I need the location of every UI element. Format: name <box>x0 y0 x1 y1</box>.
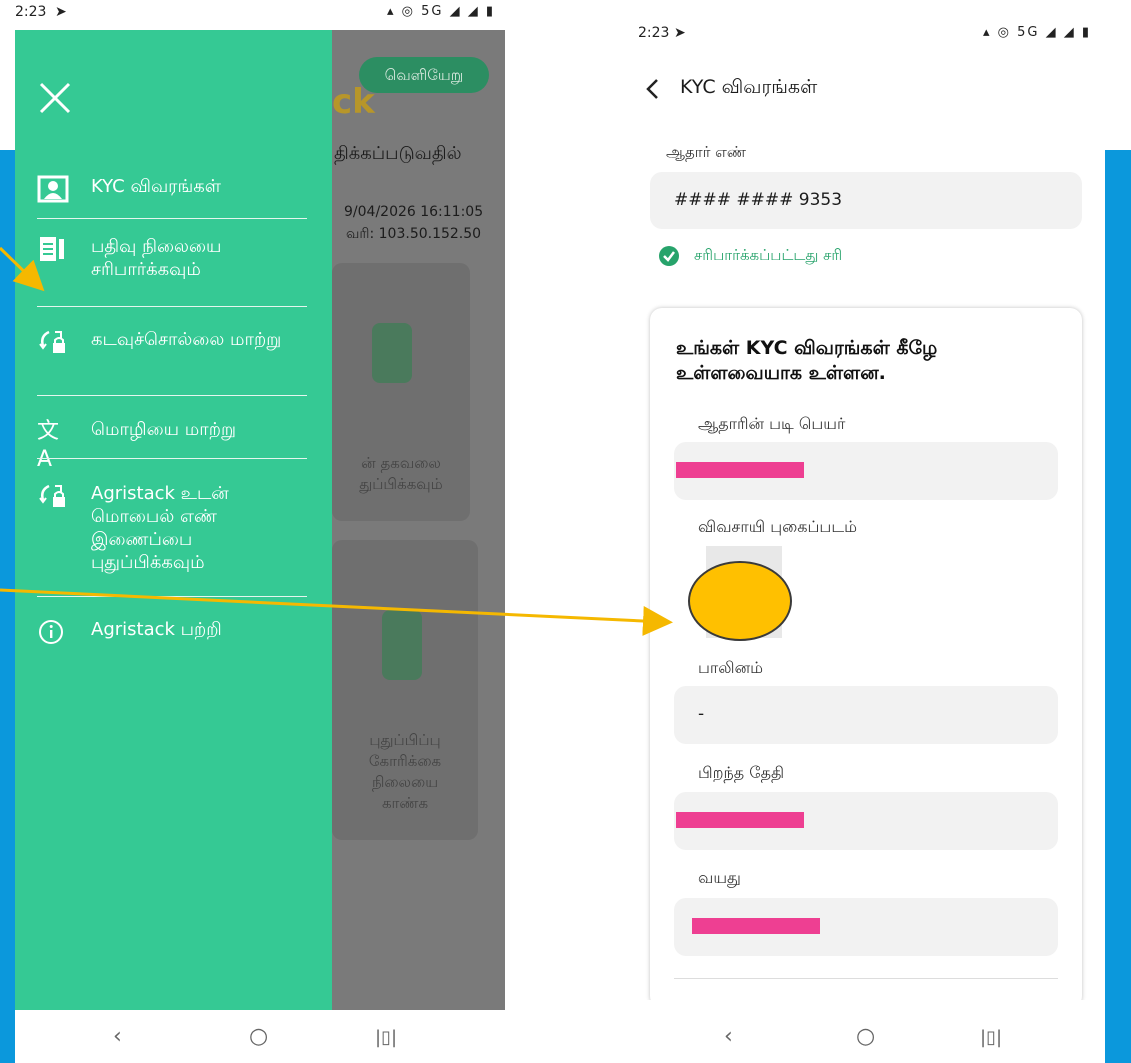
status-icons: ▴ ◎ 5G ◢ ◢ ▮ <box>982 25 1091 40</box>
gender-field: - <box>674 686 1058 744</box>
divider <box>37 458 307 459</box>
card-heading: உங்கள் KYC விவரங்கள் கீழே உள்ளவையாக உள்ள… <box>676 337 938 384</box>
page-title: KYC விவரங்கள் <box>680 76 818 98</box>
name-field <box>674 442 1058 500</box>
redaction-mark <box>692 918 820 934</box>
redaction-mark <box>676 812 804 828</box>
illustration-figure <box>372 323 412 383</box>
divider <box>37 306 307 307</box>
photo-redaction-circle <box>688 561 792 641</box>
system-nav-bar: ‹ ○ |▯| <box>15 1010 505 1063</box>
status-time: 2:23 <box>15 4 47 20</box>
status-bar: 2:23 ➤ ▴ ◎ 5G ◢ ◢ ▮ <box>628 0 1105 60</box>
info-icon <box>39 620 63 644</box>
menu-item-kyc[interactable]: KYC விவரங்கள் <box>15 175 307 203</box>
gender-value: - <box>698 704 705 724</box>
status-icons: ▴ ◎ 5G ◢ ◢ ▮ <box>386 4 495 19</box>
menu-item-label: KYC விவரங்கள் <box>91 176 221 197</box>
right-phone-screen: 2:23 ➤ ▴ ◎ 5G ◢ ◢ ▮ KYC விவரங்கள் ஆதார் … <box>628 0 1105 1063</box>
nav-recents-icon[interactable]: |▯| <box>980 1027 1002 1048</box>
age-label: வயது <box>698 868 741 887</box>
status-bar: 2:23 ➤ ▴ ◎ 5G ◢ ◢ ▮ <box>15 0 505 30</box>
nav-back-icon[interactable]: ‹ <box>113 1024 122 1049</box>
age-field <box>674 898 1058 956</box>
menu-item-label: Agristack உடன் மொபைல் எண் இணைப்பை புதுப்… <box>91 483 229 573</box>
date-fragment: 9/04/2026 16:11:05 <box>344 204 484 220</box>
redaction-mark <box>676 462 804 478</box>
lock-refresh-icon <box>39 484 65 507</box>
nav-home-icon[interactable]: ○ <box>249 1024 268 1049</box>
menu-item-label: மொழியை மாற்று <box>91 419 236 440</box>
divider <box>37 395 307 396</box>
translate-icon: 文A <box>37 419 60 472</box>
nav-home-icon[interactable]: ○ <box>856 1024 875 1049</box>
menu-item-update-mobile-link[interactable]: Agristack உடன் மொபைல் எண் இணைப்பை புதுப்… <box>15 482 307 577</box>
dob-field <box>674 792 1058 850</box>
check-circle-icon <box>659 246 679 266</box>
menu-item-about[interactable]: Agristack பற்றி <box>15 618 307 646</box>
navigation-drawer: KYC விவரங்கள் பதிவு நிலையை சரிபார்க்கவும… <box>15 30 332 1010</box>
close-icon[interactable] <box>37 80 73 116</box>
app-bar: KYC விவரங்கள் <box>628 60 1105 120</box>
system-nav-bar: ‹ ○ |▯| <box>628 1000 1105 1063</box>
telegram-icon: ➤ <box>674 25 686 41</box>
background-app: ck வெளியேறு திக்கப்படுவதில் 9/04/2026 16… <box>332 30 505 1010</box>
backdrop-gap <box>505 0 628 1063</box>
aadhaar-field: #### #### 9353 <box>650 172 1082 229</box>
photo-label: விவசாயி புகைப்படம் <box>698 517 857 536</box>
divider <box>674 978 1058 979</box>
exit-button[interactable]: வெளியேறு <box>359 57 489 93</box>
aadhaar-label: ஆதார் எண் <box>666 143 746 161</box>
gender-label: பாலினம் <box>698 658 763 677</box>
back-arrow-icon[interactable] <box>642 78 664 100</box>
status-time: 2:23 <box>638 25 670 41</box>
telegram-icon: ➤ <box>55 4 67 20</box>
divider <box>37 218 307 219</box>
illustration-figure <box>382 610 422 680</box>
kyc-details-card: உங்கள் KYC விவரங்கள் கீழே உள்ளவையாக உள்ள… <box>650 308 1082 1008</box>
nav-back-icon[interactable]: ‹ <box>724 1024 733 1049</box>
aadhaar-value: #### #### 9353 <box>674 190 843 210</box>
verified-text: சரிபார்க்கப்பட்டது சரி <box>694 246 843 264</box>
clipboard-icon <box>40 237 64 261</box>
divider <box>37 596 307 597</box>
name-label: ஆதாரின் படி பெயர் <box>698 414 846 433</box>
menu-item-registration-status[interactable]: பதிவு நிலையை சரிபார்க்கவும் <box>15 235 307 285</box>
ip-fragment: வரி: 103.50.152.50 <box>346 226 482 242</box>
nav-recents-icon[interactable]: |▯| <box>375 1027 397 1048</box>
update-info-card[interactable]: ன் தகவலை துப்பிக்கவும் <box>332 263 470 521</box>
lock-refresh-icon <box>39 330 65 353</box>
id-card-icon <box>37 175 69 203</box>
request-status-card[interactable]: புதுப்பிப்பு கோரிக்கை நிலையை காண்க <box>332 540 478 840</box>
menu-item-label: கடவுச்சொல்லை மாற்று <box>91 329 282 350</box>
heading-fragment: திக்கப்படுவதில் <box>334 143 462 164</box>
menu-item-change-language[interactable]: 文A மொழியை மாற்று <box>15 418 307 472</box>
menu-item-label: பதிவு நிலையை சரிபார்க்கவும் <box>91 236 222 280</box>
menu-item-change-password[interactable]: கடவுச்சொல்லை மாற்று <box>15 328 307 378</box>
card-text: புதுப்பிப்பு கோரிக்கை நிலையை காண்க <box>368 731 442 812</box>
card-text: ன் தகவலை துப்பிக்கவும் <box>359 454 443 493</box>
dob-label: பிறந்த தேதி <box>698 763 785 782</box>
menu-item-label: Agristack பற்றி <box>91 619 222 640</box>
left-phone-screen: 2:23 ➤ ▴ ◎ 5G ◢ ◢ ▮ ck வெளியேறு திக்கப்ப… <box>15 0 505 1063</box>
